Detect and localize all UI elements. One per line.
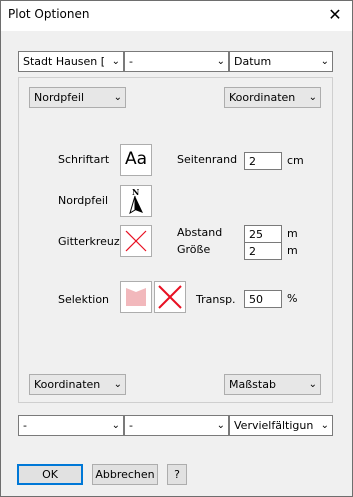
font-button[interactable]: Aa <box>120 144 152 176</box>
footer-right-value: Vervielfältigung n <box>234 419 314 432</box>
spacing-unit: m <box>287 227 298 240</box>
chevron-down-icon: ⌄ <box>113 92 122 103</box>
bottom-left-element-value: Koordinaten <box>34 378 101 391</box>
chevron-down-icon: ⌄ <box>216 56 225 67</box>
bottom-right-element-value: Maßstab <box>229 378 276 391</box>
top-left-element-combo[interactable]: Nordpfeil ⌄ <box>29 87 126 108</box>
chevron-down-icon: ⌄ <box>111 420 120 431</box>
chevron-down-icon: ⌄ <box>320 56 329 67</box>
margin-unit: cm <box>287 154 304 167</box>
chevron-down-icon: ⌄ <box>111 56 120 67</box>
font-label: Schriftart <box>58 153 110 166</box>
chevron-down-icon: ⌄ <box>308 92 317 103</box>
size-unit: m <box>287 244 298 257</box>
cross-icon <box>158 285 182 309</box>
margin-input[interactable]: 2 <box>244 152 282 170</box>
north-arrow-icon: N <box>129 187 143 215</box>
selection-color-button[interactable] <box>120 281 152 313</box>
size-input[interactable]: 2 <box>244 242 282 260</box>
grid-cross-label: Gitterkreuze <box>58 235 127 248</box>
font-icon: Aa <box>124 149 148 169</box>
spacing-label: Abstand <box>177 226 223 239</box>
secondary-combo[interactable]: - ⌄ <box>124 51 229 72</box>
size-label: Größe <box>177 243 211 256</box>
top-left-element-value: Nordpfeil <box>34 91 85 104</box>
secondary-combo-value: - <box>129 55 133 68</box>
cross-icon <box>125 230 147 252</box>
footer-right-combo[interactable]: Vervielfältigung n ⌄ <box>229 415 333 436</box>
chevron-down-icon: ⌄ <box>216 420 225 431</box>
layer-combo[interactable]: Stadt Hausen [.. ⌄ <box>18 51 124 72</box>
transparency-input[interactable]: 50 <box>244 290 282 308</box>
window-title: Plot Optionen <box>8 7 90 21</box>
cancel-button[interactable]: Abbrechen <box>92 464 158 485</box>
footer-left-value: - <box>23 419 27 432</box>
selection-none-button[interactable] <box>154 281 186 313</box>
top-right-element-value: Koordinaten <box>229 91 296 104</box>
spacing-input[interactable]: 25 <box>244 225 282 243</box>
chevron-down-icon: ⌄ <box>113 379 122 390</box>
selection-label: Selektion <box>58 293 110 306</box>
margin-value: 2 <box>249 155 256 168</box>
help-button[interactable]: ? <box>167 464 187 485</box>
footer-left-combo[interactable]: - ⌄ <box>18 415 124 436</box>
north-arrow-label: Nordpfeil <box>58 194 109 207</box>
transparency-unit: % <box>287 292 298 305</box>
layer-combo-value: Stadt Hausen [.. <box>23 55 105 68</box>
footer-middle-combo[interactable]: - ⌄ <box>124 415 229 436</box>
transparency-value: 50 <box>249 293 263 306</box>
grid-cross-button[interactable] <box>120 225 152 257</box>
transparency-label: Transp. <box>196 293 236 306</box>
selection-fill-icon <box>126 288 146 306</box>
size-value: 2 <box>249 245 256 258</box>
svg-text:N: N <box>132 187 139 197</box>
chevron-down-icon: ⌄ <box>320 420 329 431</box>
spacing-value: 25 <box>249 228 263 241</box>
chevron-down-icon: ⌄ <box>308 379 317 390</box>
bottom-left-element-combo[interactable]: Koordinaten ⌄ <box>29 374 126 395</box>
footer-middle-value: - <box>129 419 133 432</box>
top-right-element-combo[interactable]: Koordinaten ⌄ <box>224 87 321 108</box>
ok-button[interactable]: OK <box>17 464 83 485</box>
header-info-combo-value: Datum <box>234 55 272 68</box>
north-arrow-button[interactable]: N <box>120 185 152 217</box>
bottom-right-element-combo[interactable]: Maßstab ⌄ <box>224 374 321 395</box>
header-info-combo[interactable]: Datum ⌄ <box>229 51 333 72</box>
close-icon[interactable]: ✕ <box>318 1 352 31</box>
margin-label: Seitenrand <box>177 153 238 166</box>
